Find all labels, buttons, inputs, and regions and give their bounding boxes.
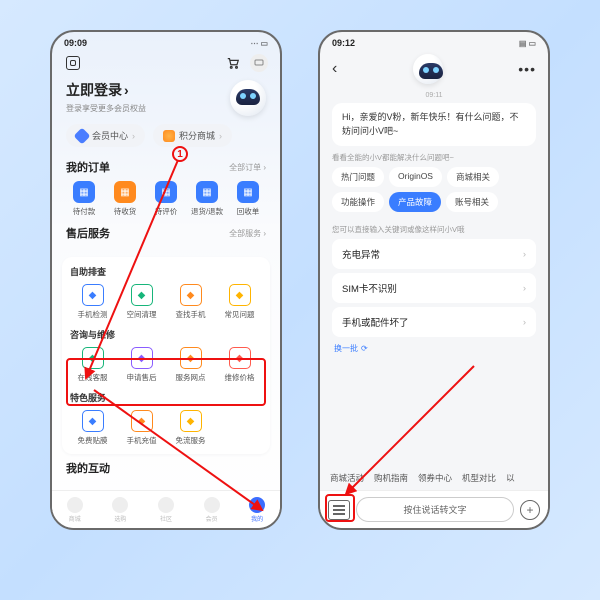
after-title: 售后服务	[66, 225, 110, 241]
faq-item[interactable]: 充电异常›	[332, 239, 536, 269]
login-subtitle: 登录享受更多会员权益	[66, 103, 146, 114]
group2-label: 咨询与维修	[70, 328, 262, 341]
orders-title: 我的订单	[66, 159, 110, 175]
service-item[interactable]: ◆查找手机	[166, 284, 215, 320]
service-item[interactable]: ◆免费贴膜	[68, 410, 117, 446]
tab-mall[interactable]: 商城	[52, 491, 98, 528]
service-item[interactable]: ◆在线客服	[68, 347, 117, 383]
category-chip[interactable]: OriginOS	[389, 167, 442, 187]
faq-item[interactable]: SIM卡不识别›	[332, 273, 536, 303]
quick-link[interactable]: 以	[506, 472, 515, 484]
login-title[interactable]: 立即登录›	[66, 80, 146, 100]
tab-shop[interactable]: 选购	[98, 491, 144, 528]
service-item[interactable]: ◆常见问题	[215, 284, 264, 320]
quick-link[interactable]: 商城活动	[330, 472, 364, 484]
chip-hint: 看看全能的小V都能解决什么问题吧~	[332, 152, 536, 163]
cart-icon[interactable]	[226, 56, 240, 70]
phone-mockup-right: 09:12 ▤▭ ‹ ••• 09:11 Hi，亲爱的V粉，新年快乐！有什么问题…	[318, 30, 550, 530]
faq-item[interactable]: 手机或配件坏了›	[332, 307, 536, 337]
phone-mockup-left: 09:09 ⋯▭ 立即登录› 登录享受更多会员权益 会员中心› 积分商城› 我的…	[50, 30, 282, 530]
service-item[interactable]: ◆手机充值	[117, 410, 166, 446]
tab-member[interactable]: 会员	[189, 491, 235, 528]
service-item[interactable]: ◆申请售后	[117, 347, 166, 383]
settings-icon[interactable]	[66, 56, 80, 70]
service-item[interactable]: ◆免流服务	[166, 410, 215, 446]
member-center-pill[interactable]: 会员中心›	[66, 124, 145, 147]
category-chip[interactable]: 商城相关	[447, 167, 499, 187]
category-chip[interactable]: 账号相关	[446, 192, 498, 212]
quick-link[interactable]: 购机指南	[374, 472, 408, 484]
order-item[interactable]: ▦回收单	[230, 181, 266, 217]
category-chip[interactable]: 热门问题	[332, 167, 384, 187]
tab-bar: 商城 选购 社区 会员 我的	[52, 490, 280, 528]
group3-label: 特色服务	[70, 391, 262, 404]
voice-input[interactable]: 按住说话转文字	[356, 497, 514, 522]
order-item[interactable]: ▦待收货	[107, 181, 143, 217]
group1-label: 自助排查	[70, 265, 262, 278]
bot-avatar	[413, 54, 443, 84]
interaction-title: 我的互动	[66, 460, 110, 476]
status-bar-r: 09:12 ▤▭	[320, 32, 548, 50]
plus-icon[interactable]: +	[520, 500, 540, 520]
quick-link[interactable]: 领券中心	[418, 472, 452, 484]
service-item[interactable]: ◆维修价格	[215, 347, 264, 383]
greeting-bubble: Hi，亲爱的V粉，新年快乐！有什么问题，不妨问问小V吧~	[332, 103, 536, 146]
tab-mine[interactable]: 我的	[234, 491, 280, 528]
chat-timestamp: 09:11	[320, 92, 548, 99]
quick-link[interactable]: 机型对比	[462, 472, 496, 484]
order-item[interactable]: ▦待评价	[148, 181, 184, 217]
service-item[interactable]: ◆服务网点	[166, 347, 215, 383]
after-more[interactable]: 全部服务 ›	[229, 228, 266, 239]
order-item[interactable]: ▦待付款	[66, 181, 102, 217]
tab-community[interactable]: 社区	[143, 491, 189, 528]
quick-links-row: 商城活动购机指南领券中心机型对比以	[320, 466, 548, 490]
faq-hint: 您可以直接输入关键词或像这样问小V哦	[332, 224, 536, 235]
service-item[interactable]: ◆手机检测	[68, 284, 117, 320]
status-time-r: 09:12	[332, 38, 355, 48]
annotation-1	[172, 146, 188, 162]
category-chip[interactable]: 功能操作	[332, 192, 384, 212]
more-icon[interactable]: •••	[518, 61, 536, 77]
back-button[interactable]: ‹	[332, 60, 337, 78]
category-chip[interactable]: 产品故障	[389, 192, 441, 212]
orders-more[interactable]: 全部订单 ›	[229, 162, 266, 173]
points-mall-pill[interactable]: 积分商城›	[153, 124, 232, 147]
message-icon[interactable]	[250, 54, 268, 72]
service-item[interactable]: ◆空间清理	[117, 284, 166, 320]
status-bar: 09:09 ⋯▭	[52, 32, 280, 50]
keyboard-icon[interactable]	[328, 500, 350, 520]
order-item[interactable]: ▦退货/退款	[189, 181, 225, 217]
refresh-button[interactable]: 换一批⟳	[334, 343, 534, 354]
avatar[interactable]	[230, 80, 266, 116]
status-time: 09:09	[64, 38, 87, 48]
